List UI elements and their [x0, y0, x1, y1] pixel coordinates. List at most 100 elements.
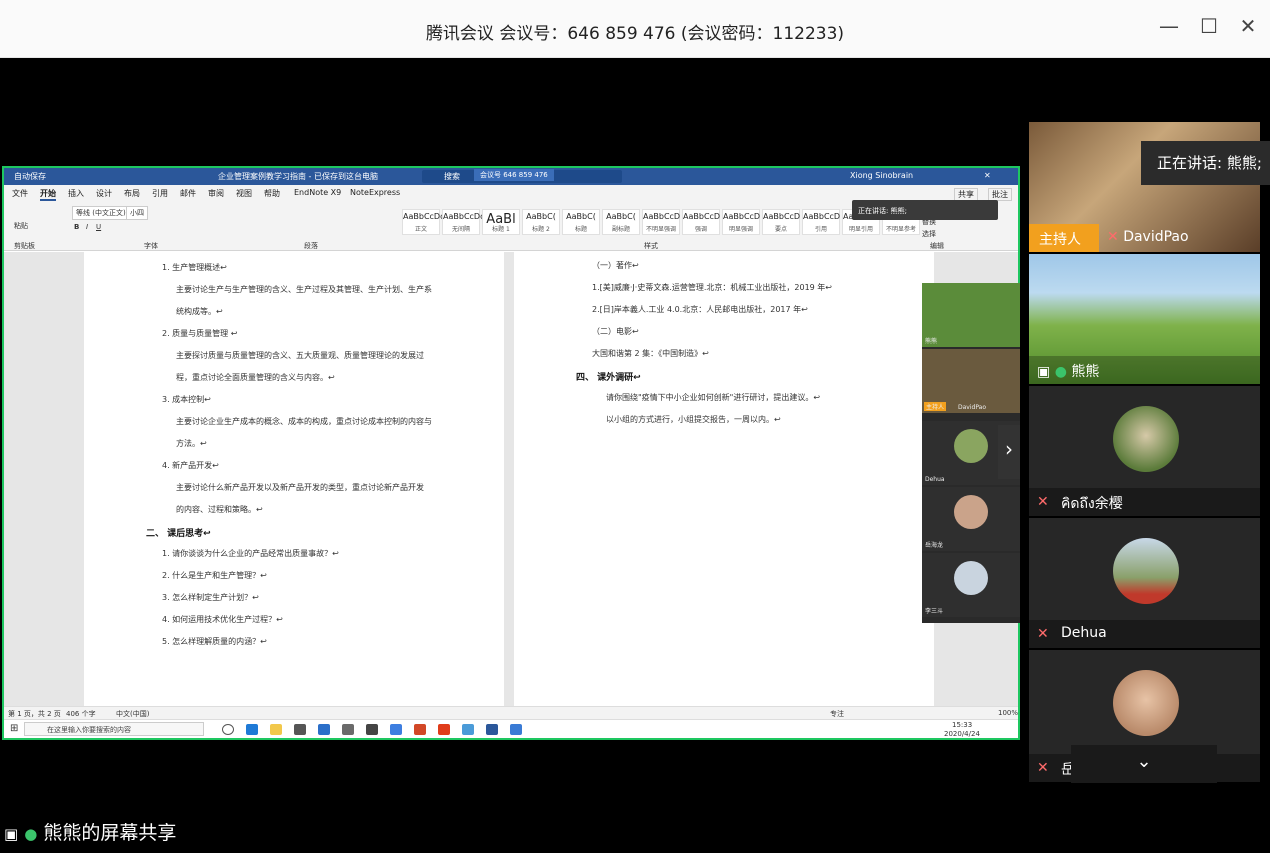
participant-name: DavidPao — [1123, 229, 1189, 245]
mic-muted-icon: ✕ — [1037, 760, 1049, 776]
doc-paragraph: 程，重点讨论全面质量管理的含义与内容。↩ — [176, 373, 335, 382]
calendar-icon[interactable] — [390, 724, 402, 735]
page-right: （一）著作↩ 1.[美]威廉·J·史蒂文森.运营管理.北京：机械工业出版社，201… — [514, 252, 934, 706]
doc-paragraph: 主要讨论生产与生产管理的含义、生产过程及其管理、生产计划、生产系 — [176, 285, 432, 294]
tencent-meeting-icon[interactable] — [462, 724, 474, 735]
mail-icon[interactable] — [318, 724, 330, 735]
tab-mailings[interactable]: 邮件 — [180, 188, 196, 199]
close-icon[interactable]: ✕ — [1233, 14, 1263, 38]
minimize-icon[interactable]: — — [1154, 14, 1184, 38]
tab-file[interactable]: 文件 — [12, 188, 28, 199]
tab-design[interactable]: 设计 — [96, 188, 112, 199]
style-option[interactable]: AaBbCcD 不明显强调 — [642, 209, 680, 235]
participant-name: 熊熊 — [1071, 364, 1100, 380]
photos-icon[interactable] — [510, 724, 522, 735]
tab-insert[interactable]: 插入 — [68, 188, 84, 199]
participant-name-row: ✕ คิดถึง余樱 — [1029, 488, 1260, 516]
word-app-icon[interactable] — [486, 724, 498, 735]
participant-tile[interactable]: ✕ คิดถึง余樱 — [1029, 386, 1260, 516]
style-option[interactable]: AaBbCcD 要点 — [762, 209, 800, 235]
edge-icon[interactable] — [246, 724, 258, 735]
calculator-icon[interactable] — [366, 724, 378, 735]
style-preview: AaBbCcD — [803, 212, 841, 221]
windows-start-icon[interactable]: ⊞ — [10, 723, 18, 734]
chevron-right-icon[interactable]: › — [998, 425, 1020, 479]
mic-icon: ● — [1054, 364, 1067, 380]
tab-review[interactable]: 审阅 — [208, 188, 224, 199]
avatar — [954, 561, 988, 595]
doc-paragraph: 2. 质量与质量管理 ↩ — [162, 329, 238, 338]
speaking-now-label: 正在讲话: 熊熊; — [1141, 141, 1270, 185]
style-option[interactable]: AaBbC(标题 — [562, 209, 600, 235]
doc-paragraph: 2.[日]岸本義人.工业 4.0.北京：人民邮电出版社，2017 年↩ — [592, 305, 808, 314]
tab-endnote[interactable]: EndNote X9 — [294, 188, 341, 197]
store-icon[interactable] — [294, 724, 306, 735]
style-option[interactable]: AaBbCcD 强调 — [682, 209, 720, 235]
document-area: 1. 生产管理概述↩ 主要讨论生产与生产管理的含义、生产过程及其管理、生产计划、生… — [4, 252, 1018, 706]
font-size-select[interactable]: 小四 — [126, 206, 148, 220]
maximize-icon[interactable]: ☐ — [1194, 14, 1224, 38]
doc-paragraph: 统构成等。↩ — [176, 307, 223, 316]
style-option[interactable]: AaBbCcD 明显强调 — [722, 209, 760, 235]
bold-button[interactable]: B — [74, 223, 79, 231]
file-explorer-icon[interactable] — [270, 724, 282, 735]
tab-references[interactable]: 引用 — [152, 188, 168, 199]
style-option[interactable]: AaBbCcDc 正文 — [402, 209, 445, 235]
style-option[interactable]: AaBbC(副标题 — [602, 209, 640, 235]
clock-date: 2020/4/24 — [944, 730, 980, 738]
style-label: 明显引用 — [848, 226, 873, 233]
participant-tile[interactable]: ✕ Dehua — [1029, 518, 1260, 648]
editing-group-label: 编辑 — [930, 242, 944, 250]
clock-time: 15:33 — [952, 721, 973, 729]
style-option[interactable]: AaBbCcD 引用 — [802, 209, 840, 235]
style-option[interactable]: AaBbC(标题 2 — [522, 209, 560, 235]
doc-paragraph: 主要讨论企业生产成本的概念、成本的构成，重点讨论成本控制的内容与 — [176, 417, 432, 426]
mini-host-badge: 主持人 — [924, 402, 947, 411]
windows-taskbar: ⊞ 在这里输入你要搜索的内容 15:33 2020/4/24 — [4, 719, 1018, 738]
status-language: 中文(中国) — [116, 710, 150, 718]
avatar — [954, 495, 988, 529]
mini-tile[interactable]: 熊熊 — [922, 283, 1020, 347]
meeting-chip: 会议号 646 859 476 — [474, 169, 554, 181]
italic-button[interactable]: I — [86, 223, 88, 231]
doc-paragraph: 5. 怎么样理解质量的内涵？↩ — [162, 637, 267, 646]
doc-paragraph: 1. 请你谈谈为什么企业的产品经常出质量事故？↩ — [162, 549, 339, 558]
style-preview: AaBbCcD — [723, 212, 761, 221]
tab-noteexpress[interactable]: NoteExpress — [350, 188, 400, 197]
tab-view[interactable]: 视图 — [236, 188, 252, 199]
participant-tile-xiongxiong[interactable]: ▣ ● 熊熊 — [1029, 254, 1260, 384]
mini-tile-name: 岳海龙 — [925, 542, 944, 549]
cortana-icon[interactable] — [222, 724, 234, 735]
tab-layout[interactable]: 布局 — [124, 188, 140, 199]
paste-button[interactable]: 粘贴 — [14, 221, 28, 231]
doc-paragraph: （二）电影↩ — [592, 327, 639, 336]
powerpoint-icon[interactable] — [414, 724, 426, 735]
paragraph-group-label: 段落 — [304, 242, 318, 250]
select-button[interactable]: 选择 — [922, 229, 936, 239]
mini-tile[interactable]: 李三斗 — [922, 553, 1020, 617]
participant-name-row: ✕ DavidPao — [1099, 224, 1260, 252]
doc-paragraph: 4. 新产品开发↩ — [162, 461, 219, 470]
style-preview: AaBbC( — [606, 212, 636, 221]
taskbar-search[interactable]: 在这里输入你要搜索的内容 — [24, 722, 204, 736]
tab-home[interactable]: 开始 — [40, 188, 56, 201]
underline-button[interactable]: U — [96, 223, 101, 231]
font-name-select[interactable]: 等线 (中文正文) — [72, 206, 130, 220]
chevron-down-icon[interactable]: ⌄ — [1071, 745, 1217, 783]
camera-icon[interactable] — [342, 724, 354, 735]
doc-paragraph: 3. 成本控制↩ — [162, 395, 211, 404]
office-icon[interactable] — [438, 724, 450, 735]
style-label: 标题 2 — [532, 226, 550, 233]
style-preview: AaBbCcDc — [403, 212, 445, 221]
tab-help[interactable]: 帮助 — [264, 188, 280, 199]
focus-button[interactable]: 专注 — [830, 709, 844, 719]
style-option[interactable]: AaBl 标题 1 — [482, 209, 520, 235]
status-pages: 第 1 页，共 2 页 — [8, 710, 61, 718]
mini-tile[interactable]: 主持人 DavidPao — [922, 349, 1020, 413]
style-option[interactable]: AaBbCcDc 无间隔 — [442, 209, 484, 235]
mini-tile[interactable]: 岳海龙 — [922, 487, 1020, 551]
word-close-icon[interactable]: ✕ — [984, 171, 991, 180]
participant-name: คิดถึง余樱 — [1061, 496, 1123, 512]
clipboard-group-label: 剪贴板 — [14, 242, 35, 250]
mic-muted-icon: ✕ — [1037, 494, 1049, 510]
